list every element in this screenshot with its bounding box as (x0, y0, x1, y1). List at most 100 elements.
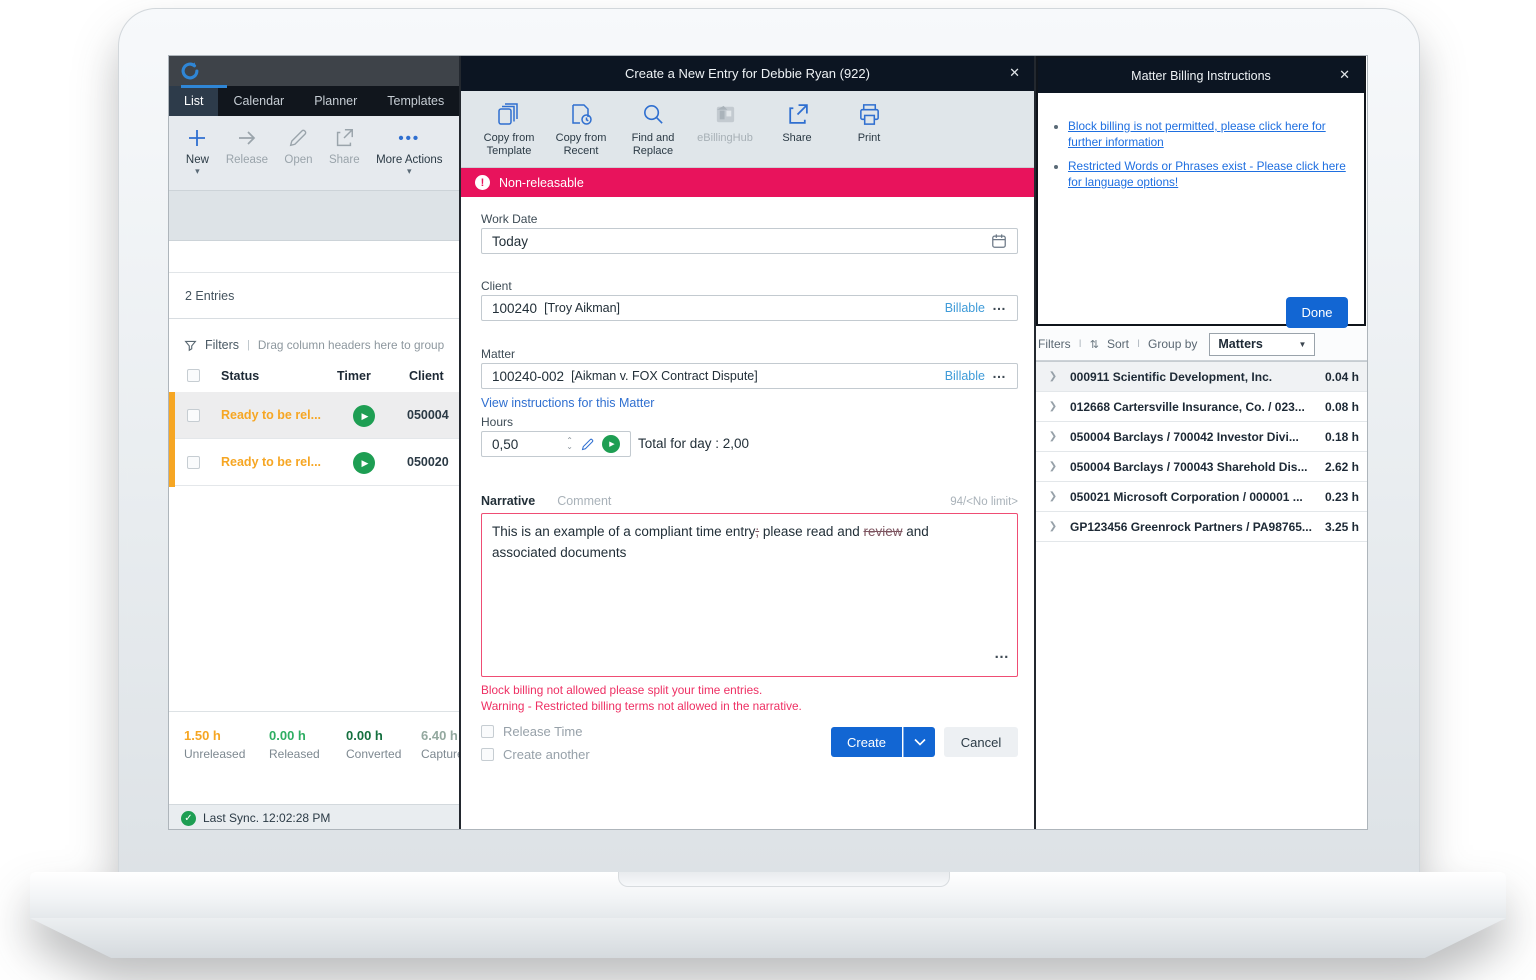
matter-input[interactable]: 100240-002 [Aikman v. FOX Contract Dispu… (481, 363, 1018, 389)
chevron-down-icon (914, 738, 926, 746)
done-button[interactable]: Done (1286, 297, 1348, 328)
find-replace-button[interactable]: Find andReplace (621, 101, 685, 158)
laptop-base-edge (30, 918, 1506, 958)
block-billing-error: Block billing not allowed please split y… (481, 683, 1018, 697)
row-checkbox[interactable] (187, 409, 200, 422)
stage: List Calendar Planner Templates New ▾ (0, 0, 1536, 980)
hours-stepper[interactable]: ⌃⌄ (566, 438, 573, 450)
billing-modal-body: Block billing is not permitted, please c… (1038, 119, 1364, 350)
last-sync-text: Last Sync. 12:02:28 PM (203, 811, 330, 825)
billing-modal-title: Matter Billing Instructions (1131, 69, 1271, 83)
row-status: Ready to be rel... (221, 408, 321, 422)
close-icon[interactable]: ✕ (1009, 65, 1020, 81)
app-screen: List Calendar Planner Templates New ▾ (168, 55, 1368, 830)
cancel-button[interactable]: Cancel (944, 727, 1018, 757)
start-timer-button[interactable]: ▶ (602, 435, 620, 453)
chevron-right-icon[interactable]: ❯ (1036, 371, 1070, 382)
close-icon[interactable]: ✕ (1339, 67, 1350, 83)
restricted-words-link[interactable]: Restricted Words or Phrases exist - Plea… (1068, 159, 1346, 189)
column-status[interactable]: Status (221, 369, 259, 383)
share-button[interactable]: Share (329, 124, 360, 166)
matter-row[interactable]: ❯ 012668 Cartersville Insurance, Co. / 0… (1036, 392, 1368, 422)
play-timer-button[interactable]: ▶ (353, 405, 375, 427)
chevron-right-icon[interactable]: ❯ (1036, 521, 1070, 532)
create-another-checkbox[interactable] (481, 748, 494, 761)
release-time-checkbox[interactable] (481, 725, 494, 738)
chevron-right-icon[interactable]: ❯ (1036, 491, 1070, 502)
client-label: Client (481, 279, 512, 293)
block-billing-link[interactable]: Block billing is not permitted, please c… (1068, 119, 1326, 149)
matter-row[interactable]: ❯ 050004 Barclays / 700042 Investor Divi… (1036, 422, 1368, 452)
copy-from-template-button[interactable]: Copy fromTemplate (477, 101, 541, 158)
narrative-expand-icon[interactable]: … (994, 642, 1009, 665)
ellipsis-menu-icon[interactable]: … (992, 369, 1007, 377)
calendar-icon[interactable] (991, 233, 1007, 249)
new-button[interactable]: New ▾ (185, 124, 209, 174)
tab-planner[interactable]: Planner (299, 86, 372, 116)
tab-list[interactable]: List (169, 86, 218, 116)
tab-narrative[interactable]: Narrative (481, 494, 535, 508)
more-actions-button[interactable]: ••• More Actions ▾ (376, 124, 442, 174)
select-all-checkbox[interactable] (187, 369, 200, 382)
narrative-tabs: Narrative Comment 94/<No limit> (481, 494, 1018, 508)
matter-label: Matter (481, 347, 515, 361)
matter-row[interactable]: ❯ 050004 Barclays / 700043 Sharehold Dis… (1036, 452, 1368, 482)
matter-row[interactable]: ❯ 000911 Scientific Development, Inc. 0.… (1036, 362, 1368, 392)
print-icon (857, 101, 882, 127)
copy-recent-icon (568, 101, 594, 127)
print-button[interactable]: Print (837, 101, 901, 145)
create-entry-modal: Create a New Entry for Debbie Ryan (922)… (459, 56, 1036, 830)
group-band (169, 191, 459, 241)
matter-row[interactable]: ❯ GP123456 Greenrock Partners / PA98765.… (1036, 512, 1368, 542)
release-button[interactable]: Release (226, 124, 268, 166)
laptop-notch (618, 872, 950, 887)
active-tab-indicator (181, 85, 227, 88)
tab-comment[interactable]: Comment (557, 494, 611, 508)
narrative-textarea[interactable]: This is an example of a compliant time e… (481, 513, 1018, 677)
row-accent-bar (169, 392, 175, 487)
total-for-day: Total for day : 2,00 (638, 436, 749, 451)
edit-hours-pencil-icon[interactable] (580, 437, 595, 452)
work-date-label: Work Date (481, 212, 537, 226)
play-timer-button[interactable]: ▶ (353, 452, 375, 474)
client-billable-badge[interactable]: Billable (945, 301, 985, 315)
create-dropdown-button[interactable] (903, 727, 935, 757)
open-button[interactable]: Open (284, 124, 312, 166)
caret-down-icon: ▾ (195, 168, 200, 174)
column-timer[interactable]: Timer (337, 369, 371, 383)
view-instructions-link[interactable]: View instructions for this Matter (481, 396, 654, 410)
table-row[interactable]: Ready to be rel... ▶ 050004 (169, 392, 459, 439)
client-input[interactable]: 100240 [Troy Aikman] Billable … (481, 295, 1018, 321)
row-checkbox[interactable] (187, 456, 200, 469)
chevron-right-icon[interactable]: ❯ (1036, 401, 1070, 412)
check-icon: ✓ (181, 811, 196, 826)
share-entry-button[interactable]: Share (765, 101, 829, 145)
copy-from-recent-button[interactable]: Copy fromRecent (549, 101, 613, 158)
filter-funnel-icon[interactable] (184, 339, 197, 352)
matter-row[interactable]: ❯ 050021 Microsoft Corporation / 000001 … (1036, 482, 1368, 512)
arrow-right-icon (235, 124, 259, 152)
ebillinghub-icon (713, 101, 738, 127)
chevron-right-icon[interactable]: ❯ (1036, 461, 1070, 472)
chevron-right-icon[interactable]: ❯ (1036, 431, 1070, 442)
hours-input[interactable]: 0,50 ⌃⌄ ▶ (481, 431, 631, 457)
work-date-input[interactable]: Today (481, 228, 1018, 254)
plus-icon (185, 124, 209, 152)
ebillinghub-button[interactable]: eBillingHub (693, 101, 757, 145)
filters-label[interactable]: Filters (205, 338, 239, 352)
table-row[interactable]: Ready to be rel... ▶ 050020 (169, 439, 459, 486)
tab-templates[interactable]: Templates (372, 86, 459, 116)
tab-calendar[interactable]: Calendar (218, 86, 299, 116)
stat-released: 0.00 h Released (269, 728, 320, 761)
non-releasable-banner: ! Non-releasable (461, 168, 1034, 197)
column-client[interactable]: Client (409, 369, 444, 383)
create-button[interactable]: Create (831, 727, 902, 757)
stats-divider (169, 711, 459, 712)
entries-count: 2 Entries (169, 273, 459, 319)
matter-billable-badge[interactable]: Billable (945, 369, 985, 383)
entries-panel: List Calendar Planner Templates New ▾ (169, 56, 459, 830)
list-item: Block billing is not permitted, please c… (1068, 119, 1350, 150)
entries-toolbar: New ▾ Release Open (169, 116, 459, 191)
app-header-bar (169, 56, 459, 86)
ellipsis-menu-icon[interactable]: … (992, 301, 1007, 309)
